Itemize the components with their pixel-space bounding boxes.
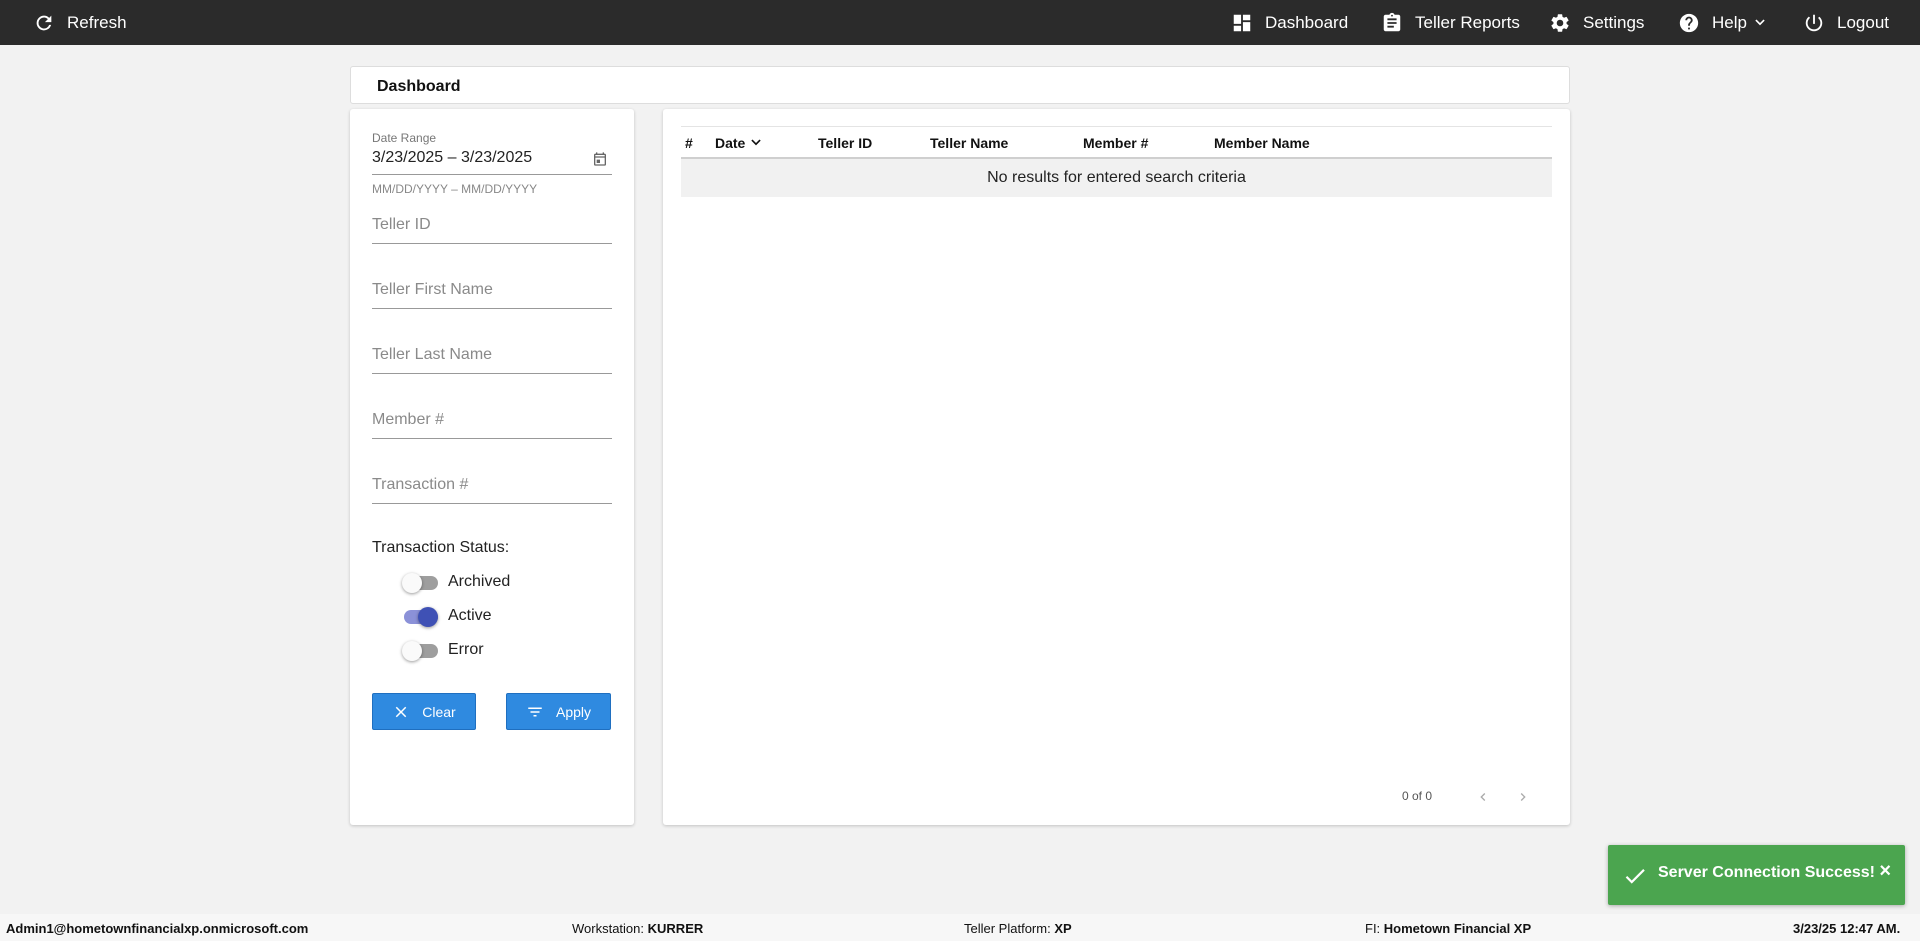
results-panel: # Date Teller ID Teller Name Member # Me… [663,109,1570,825]
column-header-member-number[interactable]: Member # [1083,135,1148,151]
calendar-icon[interactable] [592,151,608,167]
nav-help[interactable]: Help [1678,0,1767,45]
chevron-down-icon [751,139,762,146]
transaction-number-field [372,471,612,511]
date-range-value[interactable]: 3/23/2025 – 3/23/2025 [372,149,532,167]
refresh-icon [36,15,52,30]
teller-last-name-underline [372,373,612,374]
footer-user: Admin1@hometownfinancialxp.onmicrosoft.c… [6,921,309,936]
pagination-count: 0 of 0 [1402,789,1433,803]
toast-close-button[interactable]: × [1879,860,1891,883]
status-footer: Admin1@hometownfinancialxp.onmicrosoft.c… [0,914,1920,941]
refresh-label: Refresh [67,12,127,32]
footer-teller-platform: Teller Platform: XP [964,921,1072,936]
teller-first-name-input[interactable] [372,276,612,304]
nav-dashboard[interactable]: Dashboard [1231,0,1348,45]
help-icon [1679,13,1699,32]
teller-first-name-field [372,276,612,316]
toast-message: Server Connection Success! [1658,864,1875,881]
clear-button[interactable]: Clear [372,693,476,730]
page-title-card: Dashboard [350,66,1570,104]
refresh-button[interactable]: Refresh [33,0,127,45]
table-header: # Date Teller ID Teller Name Member # Me… [681,126,1552,159]
nav-teller-reports-label: Teller Reports [1415,12,1520,32]
chevron-down-icon [1755,19,1765,25]
member-number-underline [372,438,612,439]
close-icon [396,706,407,717]
page-title: Dashboard [377,78,461,95]
column-header-date[interactable]: Date [715,135,763,151]
member-number-input[interactable] [372,406,612,434]
nav-teller-reports[interactable]: Teller Reports [1381,0,1520,45]
nav-settings[interactable]: Settings [1549,0,1644,45]
dashboard-icon [1233,14,1251,31]
filter-icon [528,707,542,716]
transaction-number-input[interactable] [372,471,612,499]
clear-label: Clear [422,703,456,720]
active-switch[interactable] [402,604,438,628]
footer-datetime: 3/23/25 12:47 AM. [1793,921,1901,936]
next-page-button[interactable] [1513,787,1533,807]
nav-settings-label: Settings [1583,12,1645,32]
clipboard-icon [1383,12,1401,31]
transaction-number-underline [372,503,612,504]
archived-switch[interactable] [402,570,438,594]
member-number-field [372,406,612,446]
toggle-archived[interactable]: Archived [402,570,510,594]
power-icon [1805,14,1823,31]
teller-last-name-input[interactable] [372,341,612,369]
date-range-underline [372,174,612,175]
footer-fi: FI: Hometown Financial XP [1365,921,1532,936]
teller-last-name-field [372,341,612,381]
date-range-field[interactable]: Date Range 3/23/2025 – 3/23/2025 MM/DD/Y… [372,131,612,201]
filter-panel: Date Range 3/23/2025 – 3/23/2025 MM/DD/Y… [350,109,634,825]
nav-logout-label: Logout [1837,12,1889,32]
transaction-status-label: Transaction Status: [372,539,510,556]
error-label: Error [448,641,484,658]
chevron-right-icon [1520,793,1526,801]
teller-id-underline [372,243,612,244]
date-range-hint: MM/DD/YYYY – MM/DD/YYYY [372,182,538,196]
nav-help-label: Help [1712,12,1747,32]
apply-label: Apply [555,703,592,720]
toggle-error[interactable]: Error [402,638,484,662]
teller-first-name-underline [372,308,612,309]
archived-label: Archived [448,573,511,590]
footer-workstation: Workstation: KURRER [572,921,704,936]
checkmark-icon [1625,869,1645,884]
error-switch[interactable] [402,638,438,662]
apply-button[interactable]: Apply [506,693,611,730]
nav-logout[interactable]: Logout [1803,0,1889,45]
column-header-teller-id[interactable]: Teller ID [818,135,872,151]
column-header-number[interactable]: # [685,135,693,151]
active-label: Active [448,607,492,624]
date-range-label: Date Range [372,131,437,145]
previous-page-button[interactable] [1473,787,1493,807]
column-header-teller-name[interactable]: Teller Name [930,135,1008,151]
chevron-left-icon [1480,793,1486,801]
empty-results-message: No results for entered search criteria [681,159,1552,197]
column-header-member-name[interactable]: Member Name [1214,135,1310,151]
success-toast: Server Connection Success! × [1608,845,1905,905]
teller-id-input[interactable] [372,211,612,239]
gear-icon [1551,13,1569,32]
nav-dashboard-label: Dashboard [1265,12,1349,32]
top-nav-bar: Refresh Dashboard Teller Reports Setting… [0,0,1920,45]
teller-id-field [372,211,612,251]
toggle-active[interactable]: Active [402,604,492,628]
